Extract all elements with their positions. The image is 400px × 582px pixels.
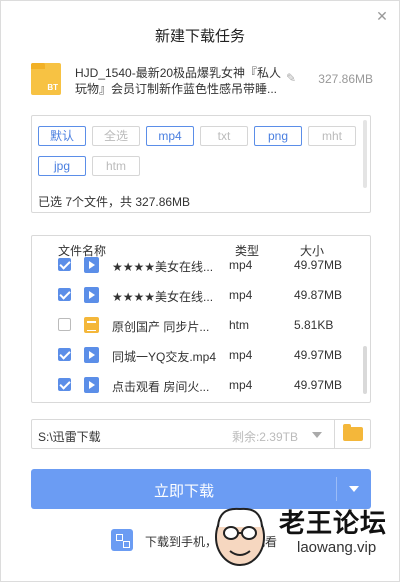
download-now-label: 立即下载	[153, 483, 214, 500]
file-type: htm	[229, 318, 250, 332]
list-scrollbar[interactable]	[363, 346, 367, 394]
torrent-size: 327.86MB	[318, 72, 373, 86]
file-checkbox[interactable]	[58, 288, 71, 301]
file-size: 49.97MB	[294, 378, 343, 392]
file-size: 5.81KB	[294, 318, 334, 332]
file-name: 同城一YQ交友.mp4	[112, 350, 217, 364]
filter-tag-6[interactable]: jpg	[38, 156, 86, 176]
file-size: 49.87MB	[294, 288, 343, 302]
document-file-icon	[84, 317, 99, 333]
file-size: 49.97MB	[294, 348, 343, 362]
filter-tag-7[interactable]: htm	[92, 156, 140, 176]
file-list: 文件名称 类型 大小 ★★★★美女在线... mp4 49.97MB ★★★★美女在线…	[31, 235, 371, 403]
save-path-selector[interactable]: S:\迅雷下载 剩余:2.39TB	[31, 419, 371, 449]
new-download-dialog: 新建下载任务 ✕ BT HJD_1540-最新20极品爆乳女神『私人玩物』会员订…	[0, 0, 400, 582]
file-checkbox[interactable]	[58, 258, 71, 271]
file-row[interactable]: 同城一YQ交友.mp4 mp4 49.97MB	[32, 340, 370, 370]
pencil-icon[interactable]: ✎	[286, 71, 296, 85]
file-size: 49.97MB	[294, 258, 343, 272]
video-file-icon	[84, 287, 99, 303]
file-row[interactable]: 原创国产 同步片... htm 5.81KB	[32, 310, 370, 340]
free-space: 剩余:2.39TB	[231, 430, 298, 444]
file-name: 点击观看 房间火...	[112, 380, 210, 394]
qr-code-icon	[111, 529, 133, 551]
bt-file-icon: BT	[31, 63, 61, 95]
video-file-icon	[84, 347, 99, 363]
filter-tag-2[interactable]: mp4	[146, 126, 194, 146]
filter-tag-0[interactable]: 默认	[38, 126, 86, 146]
file-name: ★★★★美女在线...	[112, 290, 214, 304]
folder-icon	[343, 424, 363, 441]
file-type: mp4	[229, 378, 253, 392]
filter-scrollbar[interactable]	[363, 120, 367, 188]
file-row[interactable]: 点击观看 房间火... mp4 49.97MB	[32, 370, 370, 400]
file-checkbox[interactable]	[58, 318, 71, 331]
file-checkbox[interactable]	[58, 348, 71, 361]
watermark-url: laowang.vip	[297, 539, 377, 556]
filter-tag-5[interactable]: mht	[308, 126, 356, 146]
filter-tag-3[interactable]: txt	[200, 126, 248, 146]
file-checkbox[interactable]	[58, 378, 71, 391]
file-row[interactable]: ★★★★美女在线... mp4 49.97MB	[32, 250, 370, 280]
file-type: mp4	[229, 288, 253, 302]
close-icon[interactable]: ✕	[375, 9, 389, 23]
download-options-chevron-icon[interactable]	[349, 486, 359, 492]
file-name: 原创国产 同步片...	[112, 320, 210, 334]
file-type: mp4	[229, 348, 253, 362]
chevron-down-icon[interactable]	[312, 432, 322, 438]
file-type-filter: 默认 全选 mp4 txt png mht jpg htm 已选 7个文件，共 327.86M…	[31, 115, 371, 213]
file-type: mp4	[229, 258, 253, 272]
browse-folder-button[interactable]	[334, 420, 370, 448]
watermark-text: 老王论坛	[279, 508, 388, 538]
save-path[interactable]: S:\迅雷下载	[38, 428, 101, 445]
button-separator	[336, 477, 337, 501]
watermark-face-icon	[215, 507, 265, 566]
bt-icon-label: BT	[47, 83, 58, 92]
filter-tag-1[interactable]: 全选	[92, 126, 140, 146]
torrent-header: BT HJD_1540-最新20极品爆乳女神『私人玩物』会员订制新作蓝色性感吊带…	[31, 63, 373, 103]
file-row[interactable]: ★★★★美女在线... mp4 49.87MB	[32, 280, 370, 310]
dialog-title: 新建下载任务	[154, 28, 245, 45]
video-file-icon	[84, 377, 99, 393]
selection-summary: 已选 7个文件，共 327.86MB	[38, 195, 191, 209]
torrent-name: HJD_1540-最新20极品爆乳女神『私人玩物』会员订制新作蓝色性感吊带睡..…	[75, 66, 282, 96]
filter-tag-4[interactable]: png	[254, 126, 302, 146]
video-file-icon	[84, 257, 99, 273]
file-name: ★★★★美女在线...	[112, 260, 214, 274]
